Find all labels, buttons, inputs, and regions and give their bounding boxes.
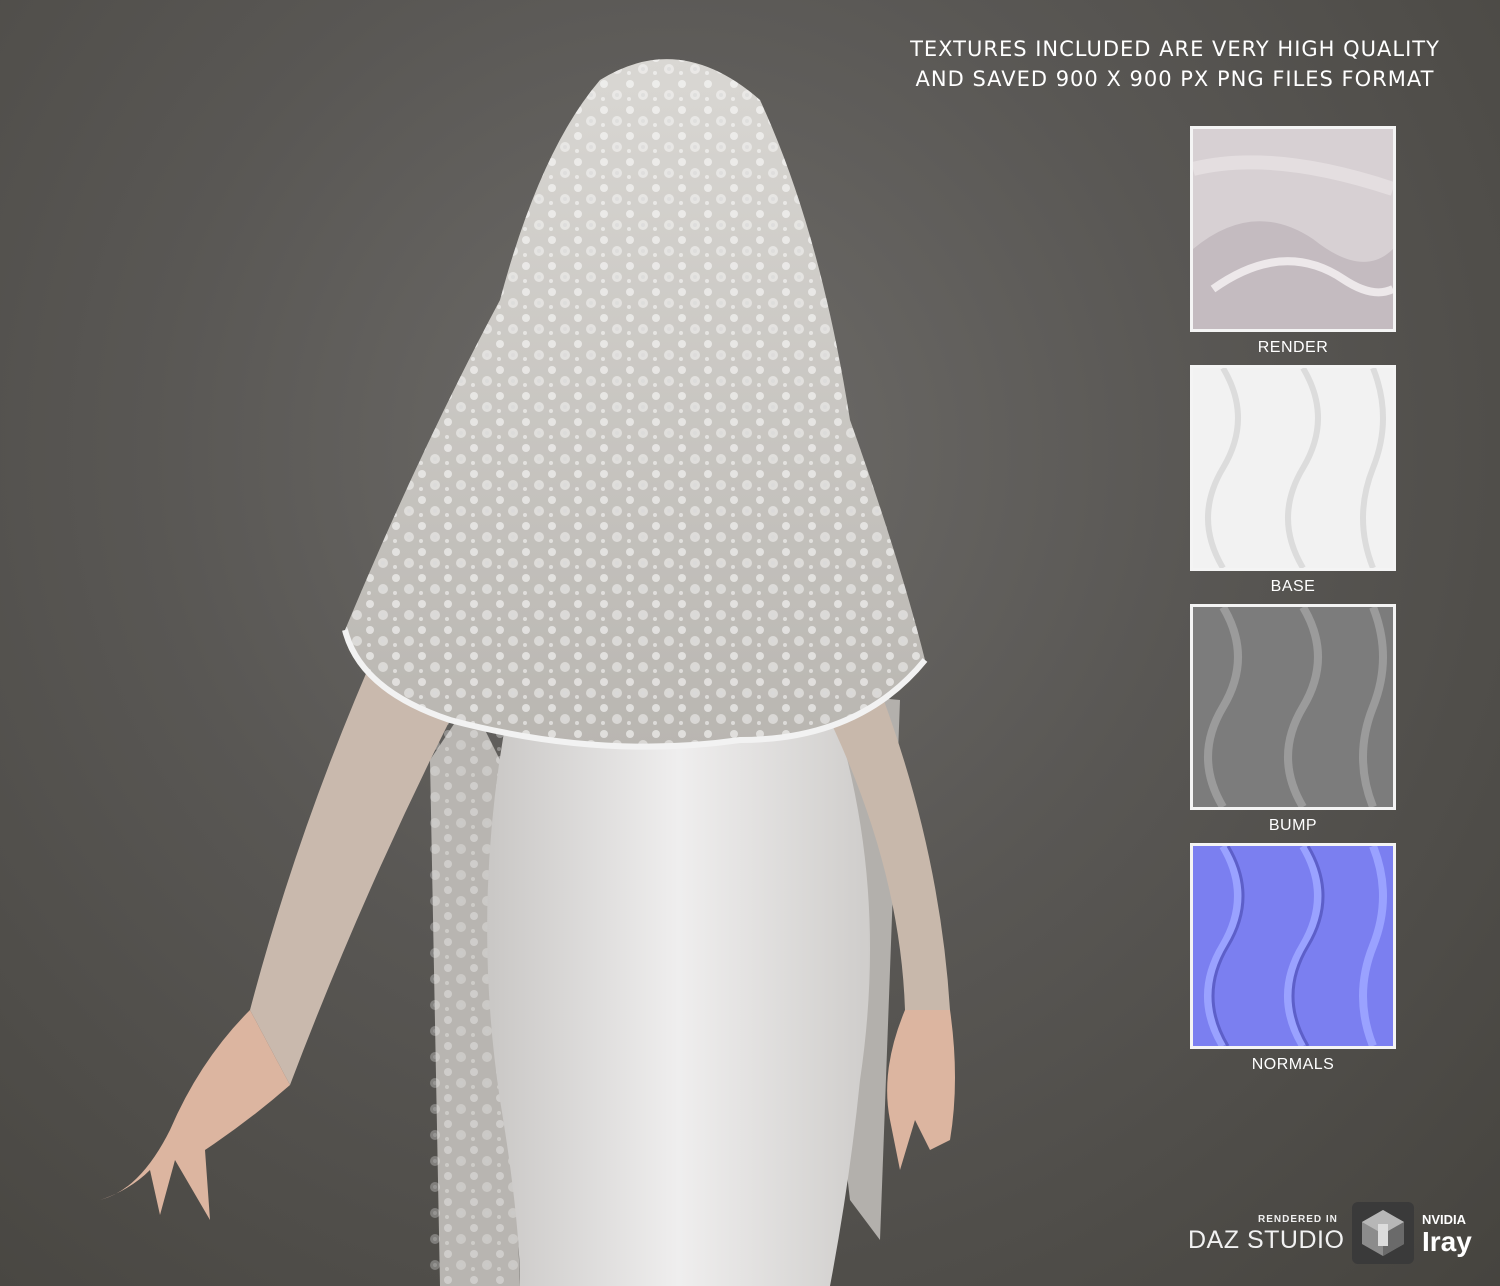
swatch-label: BASE: [1270, 578, 1316, 595]
texture-swatch-column: RENDER BASE BUMP NORMALS: [1190, 126, 1396, 1082]
render-swatch-image: [1190, 126, 1396, 332]
daz-studio-label: DAZ STUDIO: [1188, 1226, 1345, 1254]
nvidia-label: NVIDIA: [1422, 1212, 1467, 1227]
dress-body: [487, 700, 870, 1286]
headline-line-1: TEXTURES INCLUDED ARE VERY HIGH QUALITY: [910, 37, 1440, 61]
rendered-in-label: RENDERED IN: [1258, 1214, 1338, 1225]
swatch-label: BUMP: [1268, 817, 1318, 834]
swatch-label: RENDER: [1257, 339, 1329, 356]
base-swatch-image: [1190, 365, 1396, 571]
iray-label: Iray: [1422, 1226, 1472, 1257]
swatch-bump: BUMP: [1190, 604, 1396, 840]
swatch-label: NORMALS: [1251, 1056, 1335, 1073]
swatch-render: RENDER: [1190, 126, 1396, 362]
veil-lace-overlay: [345, 59, 925, 747]
normals-swatch-image: [1190, 843, 1396, 1049]
swatch-normals: NORMALS: [1190, 843, 1396, 1079]
headline: TEXTURES INCLUDED ARE VERY HIGH QUALITY …: [880, 34, 1470, 94]
left-hand: [100, 1010, 290, 1220]
swatch-base: BASE: [1190, 365, 1396, 601]
render-badge: RENDERED IN DAZ STUDIO NVIDIA Iray: [1186, 1198, 1480, 1268]
right-hand: [887, 1010, 955, 1170]
bump-swatch-image: [1190, 604, 1396, 810]
headline-line-2: AND SAVED 900 X 900 PX PNG FILES FORMAT: [915, 67, 1435, 91]
product-canvas: TEXTURES INCLUDED ARE VERY HIGH QUALITY …: [0, 0, 1500, 1286]
daz-cube-logo-icon: [1352, 1202, 1414, 1264]
